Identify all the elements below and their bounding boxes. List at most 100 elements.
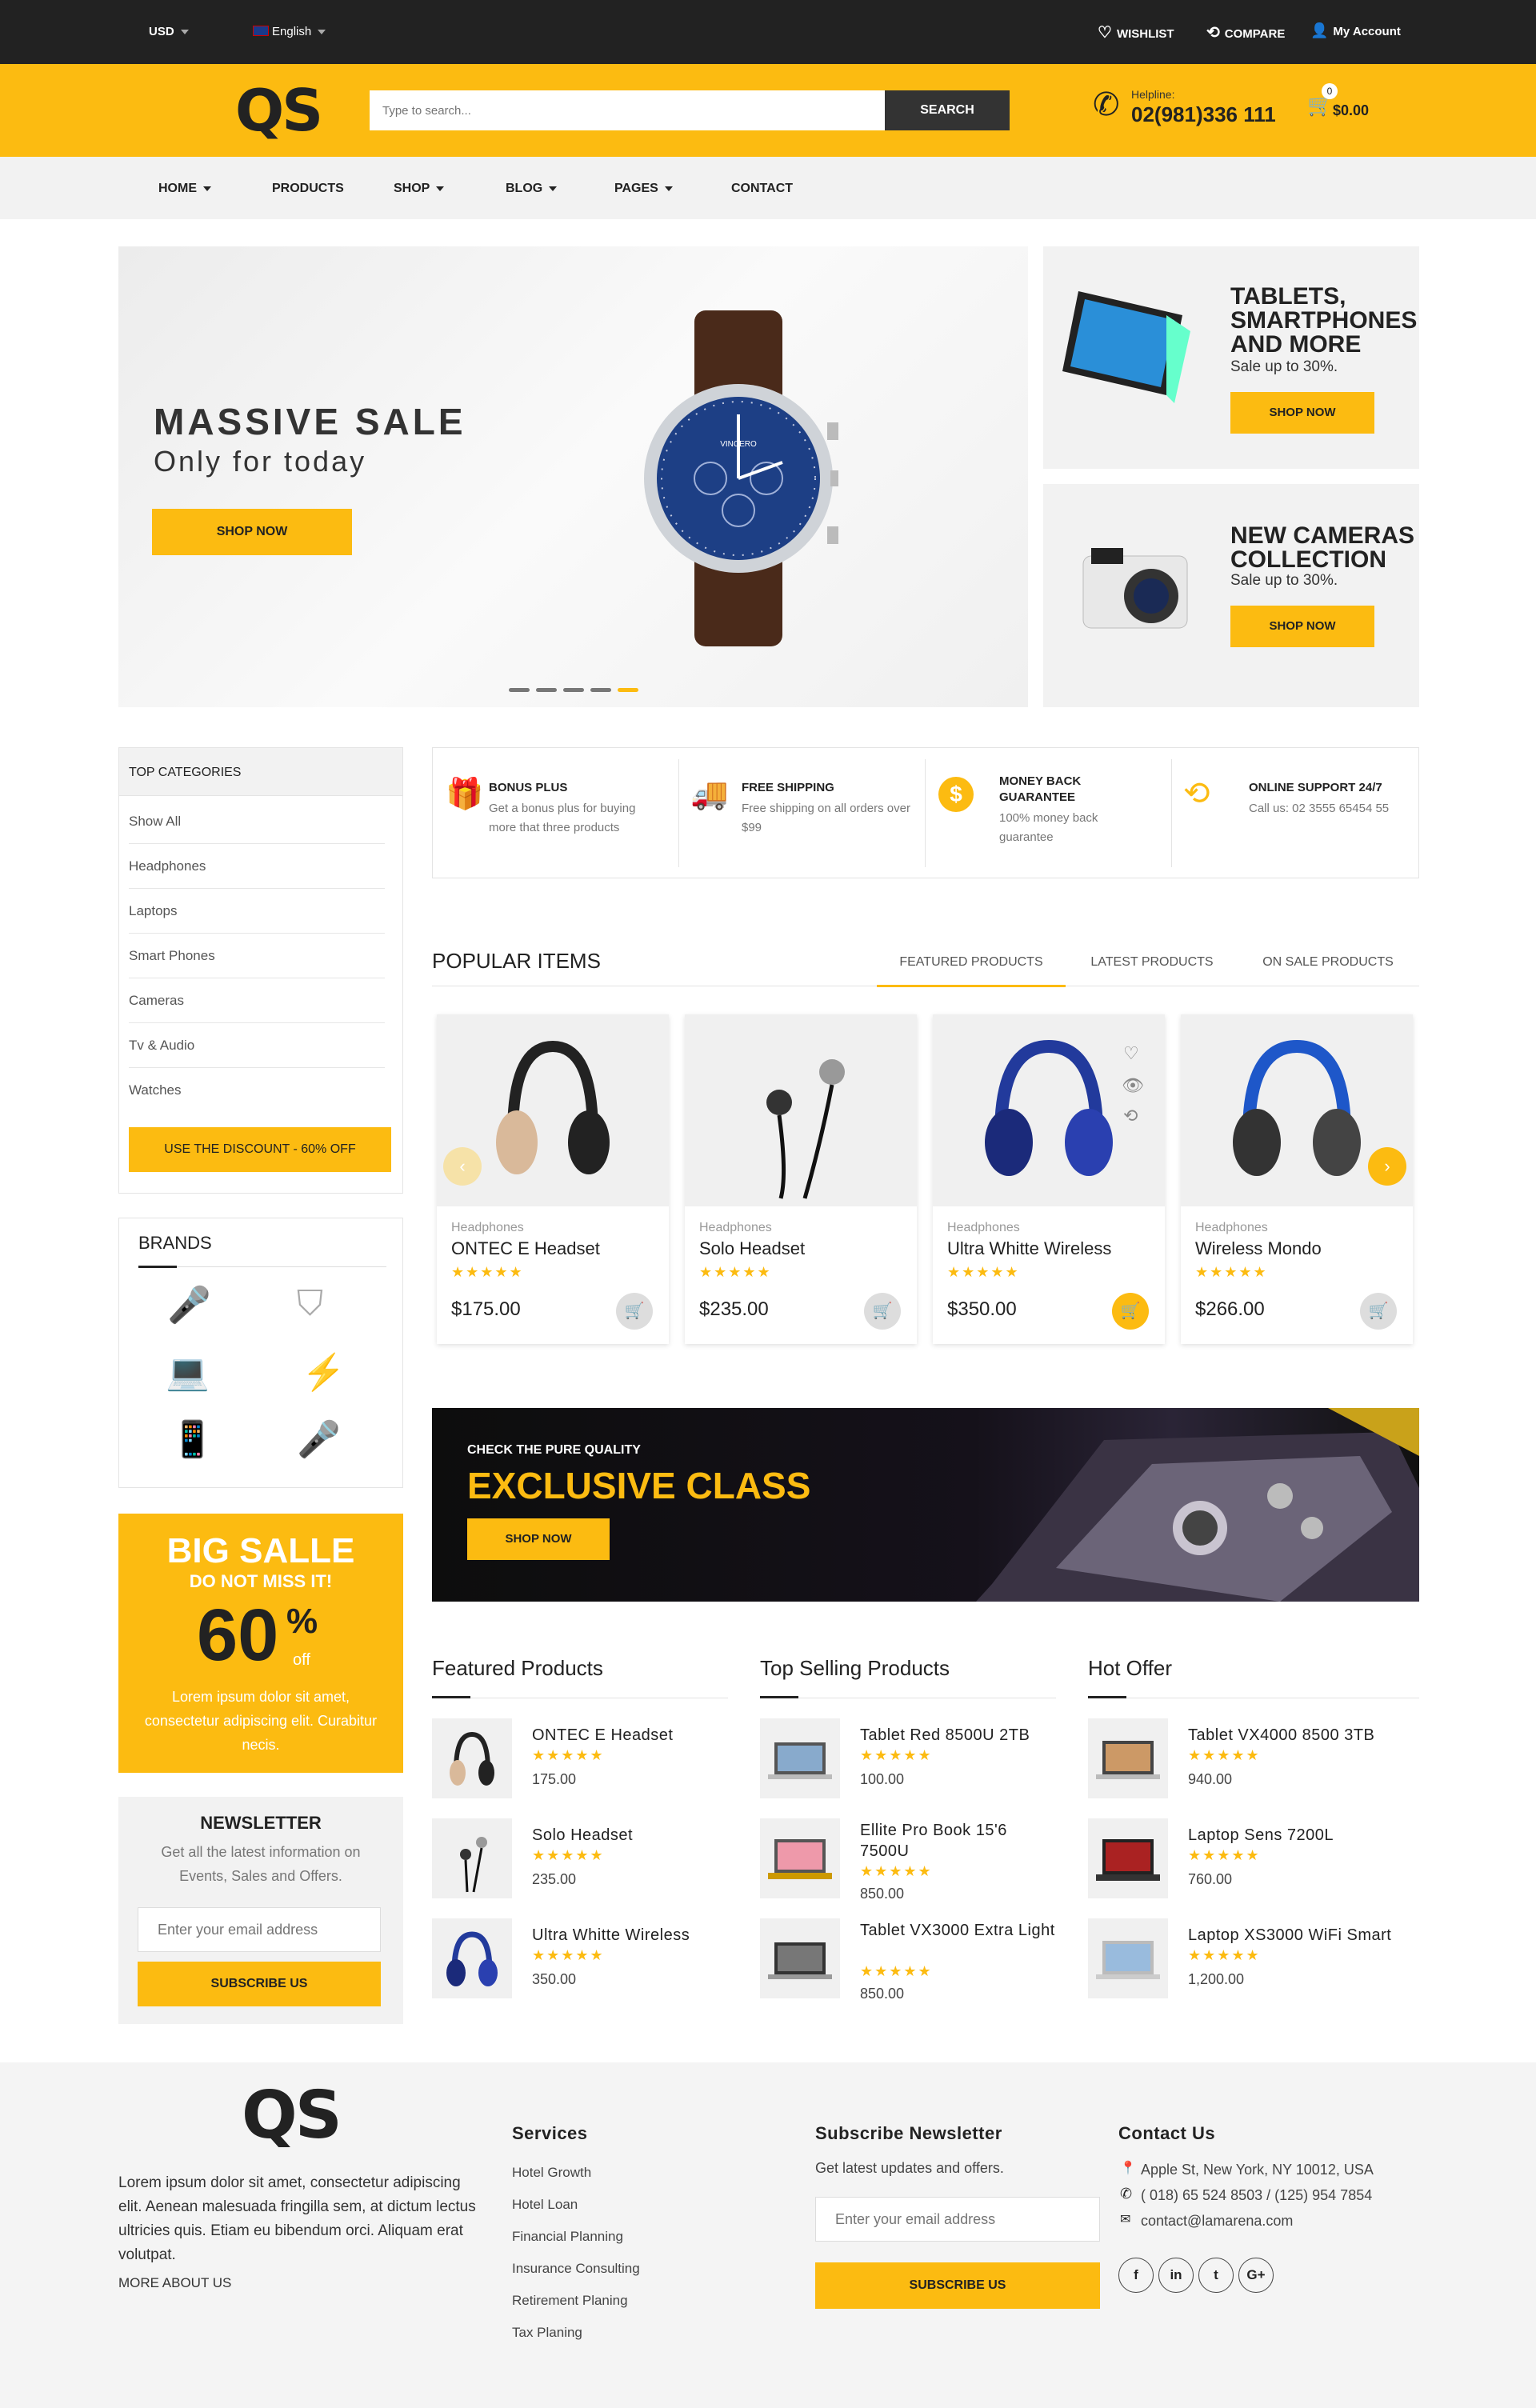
list-item[interactable]: Tablet VX3000 Extra Light ★★★★★ 850.00 bbox=[760, 1918, 1072, 2006]
carousel-prev-arrow[interactable]: ‹ bbox=[443, 1147, 482, 1186]
product-name[interactable]: Solo Headset bbox=[699, 1238, 805, 1259]
product-name[interactable]: Laptop XS3000 WiFi Smart bbox=[1188, 1925, 1391, 1946]
search-button[interactable]: SEARCH bbox=[885, 90, 1010, 130]
newsletter-email-input[interactable] bbox=[138, 1907, 381, 1952]
slider-dot-1[interactable] bbox=[509, 688, 530, 692]
cameras-shop-now-button[interactable]: SHOP NOW bbox=[1230, 606, 1374, 647]
footer-service-link[interactable]: Retirement Planing bbox=[512, 2293, 628, 2309]
promo-shop-now-button[interactable]: SHOP NOW bbox=[467, 1518, 610, 1560]
laptop-brand-icon[interactable]: 💻 bbox=[166, 1351, 210, 1393]
compare-refresh-icon[interactable]: ⟲ bbox=[1123, 1106, 1138, 1126]
footer-service-link[interactable]: Financial Planning bbox=[512, 2229, 623, 2245]
product-card[interactable]: Headphones Solo Headset ★★★★★ $235.00 🛒 bbox=[685, 1014, 917, 1344]
site-logo[interactable]: QS bbox=[235, 78, 323, 142]
footer-email-input[interactable] bbox=[815, 2197, 1100, 2242]
product-thumbnail[interactable] bbox=[432, 1718, 512, 1798]
add-to-cart-icon[interactable]: 🛒 bbox=[616, 1293, 653, 1330]
list-item[interactable]: Ellite Pro Book 15'6 7500U ★★★★★ 850.00 bbox=[760, 1818, 1072, 1906]
nav-products[interactable]: PRODUCTS bbox=[272, 182, 344, 196]
product-thumbnail[interactable] bbox=[432, 1818, 512, 1898]
search-input[interactable] bbox=[370, 90, 885, 130]
product-name[interactable]: Wireless Mondo bbox=[1195, 1238, 1322, 1259]
account-link[interactable]: 👤 My Account bbox=[1310, 22, 1401, 39]
compare-link[interactable]: ⟲ COMPARE bbox=[1206, 22, 1285, 42]
category-item-watches[interactable]: Watches bbox=[129, 1068, 385, 1113]
linkedin-icon[interactable]: in bbox=[1158, 2258, 1194, 2293]
footer-service-link[interactable]: Hotel Growth bbox=[512, 2165, 591, 2181]
twitter-icon[interactable]: t bbox=[1198, 2258, 1234, 2293]
list-item[interactable]: Laptop Sens 7200L ★★★★★ 760.00 bbox=[1088, 1818, 1400, 1906]
product-name[interactable]: Tablet VX3000 Extra Light bbox=[860, 1920, 1060, 1941]
product-thumbnail[interactable] bbox=[760, 1918, 840, 1998]
product-name[interactable]: Tablet VX4000 8500 3TB bbox=[1188, 1725, 1374, 1746]
footer-service-link[interactable]: Tax Planing bbox=[512, 2325, 582, 2341]
product-name[interactable]: ONTEC E Headset bbox=[451, 1238, 600, 1259]
product-image[interactable] bbox=[685, 1014, 917, 1206]
lightning-brand-icon[interactable]: ⚡ bbox=[302, 1351, 346, 1393]
product-name[interactable]: Laptop Sens 7200L bbox=[1188, 1825, 1334, 1846]
wishlist-heart-icon[interactable]: ♡ bbox=[1123, 1043, 1139, 1064]
product-thumbnail[interactable] bbox=[1088, 1918, 1168, 1998]
mic2-brand-icon[interactable]: 🎤 bbox=[297, 1418, 341, 1460]
product-thumbnail[interactable] bbox=[432, 1918, 512, 1998]
product-name[interactable]: Ultra Whitte Wireless bbox=[947, 1238, 1111, 1259]
language-select[interactable]: English bbox=[253, 25, 326, 38]
product-thumbnail[interactable] bbox=[760, 1818, 840, 1898]
tablets-shop-now-button[interactable]: SHOP NOW bbox=[1230, 392, 1374, 434]
product-name[interactable]: ONTEC E Headset bbox=[532, 1725, 673, 1746]
exclusive-class-banner[interactable]: CHECK THE PURE QUALITY EXCLUSIVE CLASS S… bbox=[432, 1408, 1419, 1602]
slider-dot-2[interactable] bbox=[536, 688, 557, 692]
slider-dot-5[interactable] bbox=[618, 688, 638, 692]
shield-brand-icon[interactable]: ⛉ bbox=[297, 1284, 323, 1324]
list-item[interactable]: ONTEC E Headset ★★★★★ 175.00 bbox=[432, 1718, 744, 1806]
list-item[interactable]: Ultra Whitte Wireless ★★★★★ 350.00 bbox=[432, 1918, 744, 2006]
footer-logo[interactable]: QS bbox=[242, 2080, 342, 2152]
product-thumbnail[interactable] bbox=[1088, 1718, 1168, 1798]
footer-more-about-link[interactable]: MORE ABOUT US bbox=[118, 2275, 231, 2291]
discount-button[interactable]: USE THE DISCOUNT - 60% OFF bbox=[129, 1127, 391, 1172]
product-name[interactable]: Solo Headset bbox=[532, 1825, 633, 1846]
nav-contact[interactable]: CONTACT bbox=[731, 182, 793, 196]
category-item-show-all[interactable]: Show All bbox=[129, 799, 385, 844]
list-item[interactable]: Tablet VX4000 8500 3TB ★★★★★ 940.00 bbox=[1088, 1718, 1400, 1806]
footer-email[interactable]: contact@lamarena.com bbox=[1141, 2213, 1293, 2230]
list-item[interactable]: Tablet Red 8500U 2TB ★★★★★ 100.00 bbox=[760, 1718, 1072, 1806]
newsletter-subscribe-button[interactable]: SUBSCRIBE US bbox=[138, 1962, 381, 2006]
category-item-cameras[interactable]: Cameras bbox=[129, 978, 385, 1023]
list-item[interactable]: Laptop XS3000 WiFi Smart ★★★★★ 1,200.00 bbox=[1088, 1918, 1400, 2006]
big-sale-banner[interactable]: BIG SALLE DO NOT MISS IT! 60 % off Lorem… bbox=[118, 1514, 403, 1773]
footer-service-link[interactable]: Insurance Consulting bbox=[512, 2261, 640, 2277]
mic-brand-icon[interactable]: 🎤 bbox=[167, 1284, 211, 1326]
category-item-smart-phones[interactable]: Smart Phones bbox=[129, 934, 385, 978]
nav-blog[interactable]: BLOG bbox=[506, 182, 558, 196]
tab-latest-products[interactable]: LATEST PRODUCTS bbox=[1072, 955, 1232, 970]
cart-total[interactable]: $0.00 bbox=[1333, 102, 1369, 119]
product-thumbnail[interactable] bbox=[1088, 1818, 1168, 1898]
product-name[interactable]: Ultra Whitte Wireless bbox=[532, 1925, 690, 1946]
tab-on-sale-products[interactable]: ON SALE PRODUCTS bbox=[1248, 955, 1408, 970]
category-item-laptops[interactable]: Laptops bbox=[129, 889, 385, 934]
product-card[interactable]: ♡ 👁 ⟲ Headphones Ultra Whitte Wireless ★… bbox=[933, 1014, 1165, 1344]
carousel-next-arrow[interactable]: › bbox=[1368, 1147, 1406, 1186]
currency-select[interactable]: USD bbox=[149, 25, 189, 38]
slider-dot-3[interactable] bbox=[563, 688, 584, 692]
category-item-headphones[interactable]: Headphones bbox=[129, 844, 385, 889]
phone-brand-icon[interactable]: 📱 bbox=[170, 1418, 214, 1460]
footer-service-link[interactable]: Hotel Loan bbox=[512, 2197, 578, 2213]
slider-dot-4[interactable] bbox=[590, 688, 611, 692]
product-thumbnail[interactable] bbox=[760, 1718, 840, 1798]
hero-shop-now-button[interactable]: SHOP NOW bbox=[152, 509, 352, 555]
add-to-cart-icon[interactable]: 🛒 bbox=[864, 1293, 901, 1330]
product-name[interactable]: Ellite Pro Book 15'6 7500U bbox=[860, 1820, 1060, 1862]
add-to-cart-icon[interactable]: 🛒 bbox=[1112, 1293, 1149, 1330]
product-name[interactable]: Tablet Red 8500U 2TB bbox=[860, 1725, 1030, 1746]
quick-view-eye-icon[interactable]: 👁 bbox=[1122, 1075, 1144, 1096]
add-to-cart-icon[interactable]: 🛒 bbox=[1360, 1293, 1397, 1330]
wishlist-link[interactable]: ♡ WISHLIST bbox=[1098, 22, 1174, 42]
facebook-icon[interactable]: f bbox=[1118, 2258, 1154, 2293]
nav-pages[interactable]: PAGES bbox=[614, 182, 673, 196]
nav-shop[interactable]: SHOP bbox=[394, 182, 445, 196]
google-plus-icon[interactable]: G+ bbox=[1238, 2258, 1274, 2293]
tab-featured-products[interactable]: FEATURED PRODUCTS bbox=[877, 955, 1066, 987]
nav-home[interactable]: HOME bbox=[158, 182, 211, 196]
